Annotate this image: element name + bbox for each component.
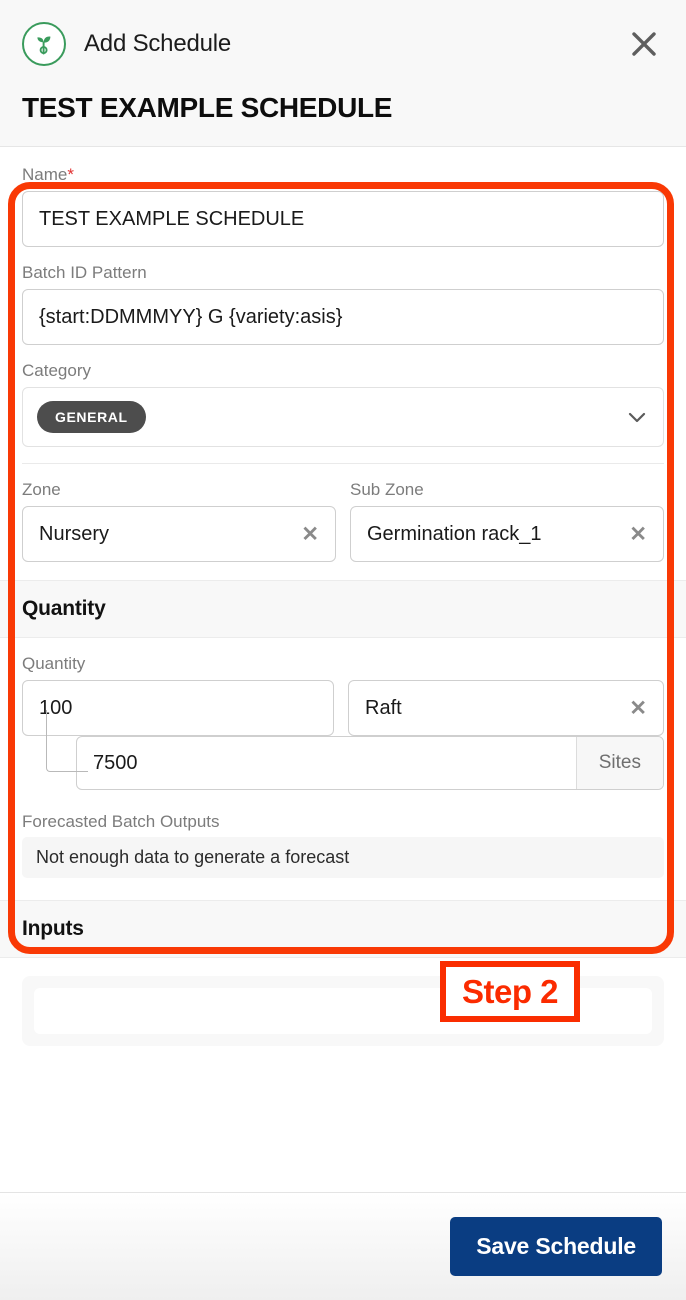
quantity-section-header: Quantity (0, 580, 686, 638)
sub-zone-input-value: Germination rack_1 (367, 522, 542, 545)
required-marker: * (67, 165, 74, 184)
batch-id-pattern-value: {start:DDMMMYY} G {variety:asis} (39, 305, 343, 328)
category-chip[interactable]: GENERAL (37, 401, 146, 433)
annotation-step-label: Step 2 (461, 973, 559, 1010)
details-section: Name* TEST EXAMPLE SCHEDULE Batch ID Pat… (0, 147, 686, 580)
forecast-section: Forecasted Batch Outputs Not enough data… (0, 790, 686, 900)
sites-input[interactable]: 7500 Sites (76, 736, 664, 790)
quantity-unit-clear-x-icon[interactable]: ✕ (629, 698, 647, 719)
page-title: TEST EXAMPLE SCHEDULE (22, 92, 393, 123)
zone-input[interactable]: Nursery ✕ (22, 506, 336, 562)
zone-row: Zone Nursery ✕ Sub Zone Germination rack… (22, 464, 664, 580)
zone-clear-x-icon[interactable]: ✕ (301, 524, 319, 545)
add-schedule-panel: Add Schedule TEST EXAMPLE SCHEDULE Name*… (0, 0, 686, 1300)
quantity-section-title: Quantity (22, 597, 106, 620)
sites-row: 7500 Sites (22, 710, 664, 790)
batch-id-pattern-field: Batch ID Pattern {start:DDMMMYY} G {vari… (22, 263, 664, 345)
panel-body: Name* TEST EXAMPLE SCHEDULE Batch ID Pat… (0, 147, 686, 1192)
quantity-section: Quantity 100 Raft ✕ 7500 Sites (0, 638, 686, 790)
panel-header: Add Schedule TEST EXAMPLE SCHEDULE (0, 0, 686, 147)
save-schedule-button[interactable]: Save Schedule (450, 1217, 662, 1276)
inputs-section-header: Inputs (0, 900, 686, 958)
seedling-icon (22, 22, 66, 66)
sites-input-value: 7500 (93, 751, 138, 774)
batch-id-pattern-label: Batch ID Pattern (22, 263, 147, 282)
quantity-unit-input[interactable]: Raft ✕ (348, 680, 664, 736)
sub-zone-field: Sub Zone Germination rack_1 ✕ (350, 480, 664, 562)
panel-footer: Save Schedule (0, 1192, 686, 1300)
category-field: Category GENERAL (22, 361, 664, 447)
batch-id-pattern-input[interactable]: {start:DDMMMYY} G {variety:asis} (22, 289, 664, 345)
name-field: Name* TEST EXAMPLE SCHEDULE (22, 165, 664, 247)
name-input[interactable]: TEST EXAMPLE SCHEDULE (22, 191, 664, 247)
quantity-unit-wrap: Raft ✕ (348, 680, 664, 736)
quantity-label: Quantity (22, 654, 86, 673)
name-input-value: TEST EXAMPLE SCHEDULE (39, 207, 305, 230)
quantity-unit-value: Raft (365, 696, 402, 719)
sites-unit-suffix: Sites (575, 737, 663, 789)
header-top-row: Add Schedule (22, 20, 664, 68)
zone-input-value: Nursery (39, 522, 110, 545)
sub-zone-label: Sub Zone (350, 480, 424, 499)
quantity-row: 100 Raft ✕ (22, 680, 664, 736)
zone-field: Zone Nursery ✕ (22, 480, 336, 562)
name-label-text: Name (22, 165, 68, 184)
name-label: Name* (22, 165, 664, 185)
forecast-message: Not enough data to generate a forecast (22, 837, 664, 878)
tree-branch-connector (46, 710, 88, 772)
category-select[interactable]: GENERAL (22, 387, 664, 447)
category-label: Category (22, 361, 91, 380)
close-icon[interactable] (624, 24, 664, 64)
chevron-down-icon[interactable] (625, 405, 649, 429)
forecast-label: Forecasted Batch Outputs (22, 812, 220, 831)
sub-zone-input[interactable]: Germination rack_1 ✕ (350, 506, 664, 562)
annotation-step-badge: Step 2 (440, 961, 580, 1022)
inputs-section-title: Inputs (22, 917, 84, 940)
zone-label: Zone (22, 480, 61, 499)
sub-zone-clear-x-icon[interactable]: ✕ (629, 524, 647, 545)
panel-title: Add Schedule (84, 30, 232, 57)
